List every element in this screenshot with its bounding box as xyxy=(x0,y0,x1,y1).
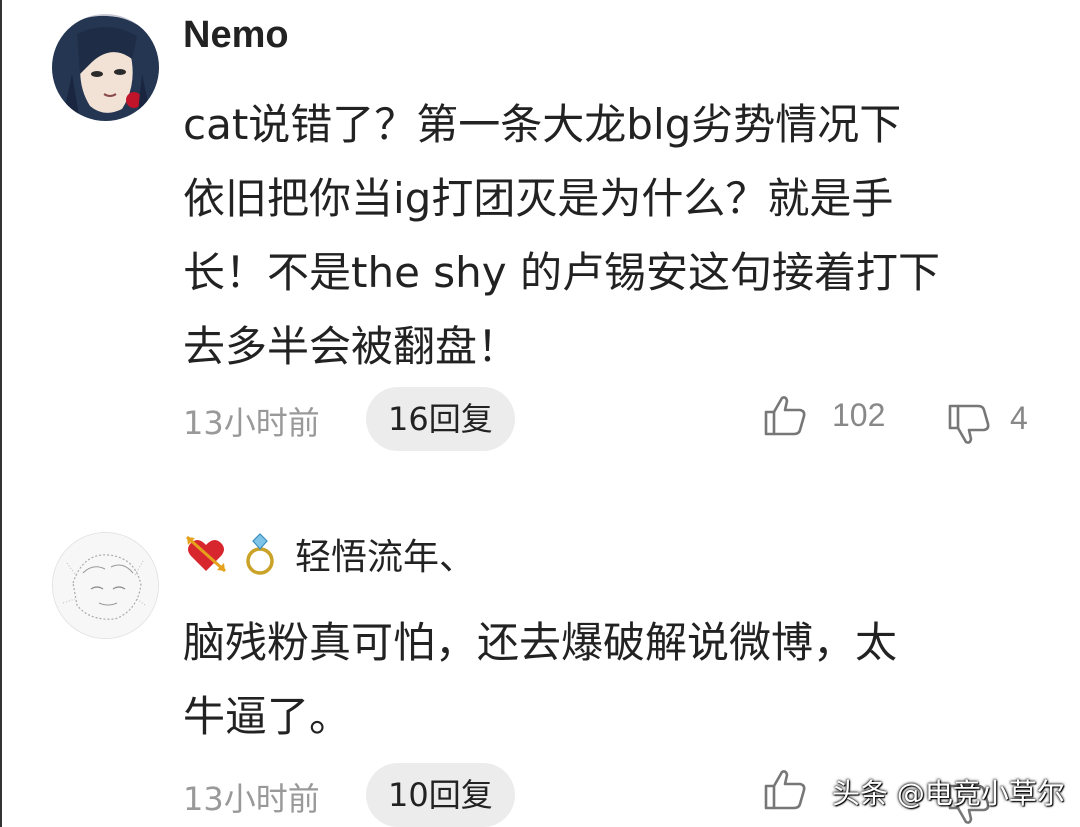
comment-text: 脑残粉真可怕，还去爆破解说微博，太 牛逼了。 xyxy=(183,606,1043,754)
sketch-avatar-icon xyxy=(53,533,158,638)
username[interactable]: Nemo xyxy=(183,14,289,57)
reply-button[interactable]: 16回复 xyxy=(366,387,515,451)
username[interactable]: 轻悟流年、 xyxy=(295,528,475,580)
username-row: 轻悟流年、 xyxy=(183,530,475,578)
reply-button[interactable]: 10回复 xyxy=(366,763,515,827)
comment-item: Nemo cat说错了？第一条大龙blg劣势情况下 依旧把你当ig打团灭是为什么… xyxy=(0,0,1080,470)
dislike-button[interactable]: 4 xyxy=(946,399,1028,448)
comment-line: 依旧把你当ig打团灭是为什么？就是手 xyxy=(183,174,894,223)
anime-character-avatar-icon xyxy=(52,14,159,121)
dislike-count: 4 xyxy=(1010,399,1028,436)
ring-icon xyxy=(246,533,274,575)
comment-line: 长！不是the shy 的卢锡安这句接着打下 xyxy=(183,248,940,297)
comment-line: 牛逼了。 xyxy=(183,692,352,741)
thumbs-up-icon xyxy=(764,770,806,810)
heart-arrow-icon xyxy=(185,535,227,573)
comment-page: Nemo cat说错了？第一条大龙blg劣势情况下 依旧把你当ig打团灭是为什么… xyxy=(0,0,1080,827)
like-count: 102 xyxy=(832,396,886,433)
user-avatar[interactable] xyxy=(52,14,159,121)
comment-line: 去多半会被翻盘！ xyxy=(183,322,520,371)
thumbs-up-icon xyxy=(764,396,806,436)
user-avatar[interactable] xyxy=(52,532,159,639)
watermark: 头条 @电竞小草尔 xyxy=(832,777,1065,810)
comment-line: cat说错了？第一条大龙blg劣势情况下 xyxy=(183,100,902,149)
comment-text: cat说错了？第一条大龙blg劣势情况下 依旧把你当ig打团灭是为什么？就是手 … xyxy=(183,88,1043,384)
thumbs-down-icon xyxy=(948,404,990,444)
comment-line: 脑残粉真可怕，还去爆破解说微博，太 xyxy=(183,618,898,667)
comment-time: 13小时前 xyxy=(183,780,320,818)
comment-time: 13小时前 xyxy=(183,404,320,442)
like-button[interactable] xyxy=(762,766,808,812)
like-button[interactable]: 102 xyxy=(762,392,885,438)
